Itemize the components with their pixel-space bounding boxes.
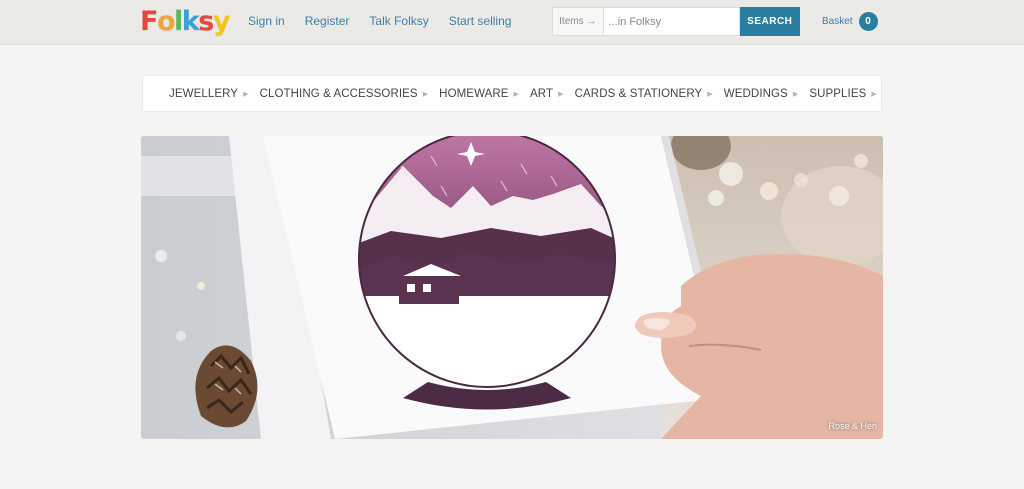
search-form: Items → SEARCH <box>552 7 800 36</box>
logo-letter: l <box>174 6 183 37</box>
search-input[interactable] <box>602 7 740 36</box>
category-label: ART <box>530 87 554 100</box>
category-label: JEWELLERY <box>169 87 239 100</box>
category-label: WEDDINGS <box>723 87 788 100</box>
category-label: SUPPLIES <box>809 87 867 100</box>
category-clothing-accessories[interactable]: CLOTHING & ACCESSORIES ▶ <box>260 88 429 100</box>
start-selling-link[interactable]: Start selling <box>449 14 512 28</box>
register-link[interactable]: Register <box>305 14 350 28</box>
search-button[interactable]: SEARCH <box>739 7 800 36</box>
hero-credit: Rose & Hen <box>828 421 877 431</box>
hero-banner[interactable]: Rose & Hen <box>141 136 883 439</box>
triangle-right-icon: ▶ <box>792 90 799 98</box>
triangle-right-icon: ▶ <box>513 90 520 98</box>
category-label: CARDS & STATIONERY <box>574 87 703 100</box>
category-weddings[interactable]: WEDDINGS ▶ <box>724 88 799 100</box>
category-cards-stationery[interactable]: CARDS & STATIONERY ▶ <box>575 88 713 100</box>
category-nav: JEWELLERY ▶ CLOTHING & ACCESSORIES ▶ HOMEW… <box>142 75 882 112</box>
category-art[interactable]: ART ▶ <box>530 88 564 100</box>
triangle-right-icon: ▶ <box>243 90 249 98</box>
folksy-logo[interactable]: F o l k s y <box>140 3 231 39</box>
logo-letter: o <box>156 6 176 37</box>
logo-letter: F <box>140 6 158 37</box>
basket-label: Basket <box>822 16 853 27</box>
category-homeware[interactable]: HOMEWARE ▶ <box>439 88 519 100</box>
header-nav: Sign in Register Talk Folksy Start selli… <box>248 14 531 28</box>
top-bar: F o l k s y Sign in Register Talk Folksy… <box>0 0 1024 45</box>
triangle-right-icon: ▶ <box>707 90 713 98</box>
basket-count-badge: 0 <box>858 12 878 31</box>
category-label: CLOTHING & ACCESSORIES <box>259 87 418 100</box>
sign-in-link[interactable]: Sign in <box>248 14 285 28</box>
triangle-right-icon: ▶ <box>422 90 429 98</box>
basket-button[interactable]: Basket 0 <box>822 12 878 31</box>
category-supplies[interactable]: SUPPLIES ▶ <box>809 88 877 100</box>
triangle-right-icon: ▶ <box>558 90 564 98</box>
category-label: HOMEWARE <box>439 87 509 100</box>
triangle-right-icon: ▶ <box>871 90 877 98</box>
talk-folksy-link[interactable]: Talk Folksy <box>369 14 428 28</box>
logo-letter: k <box>181 6 200 37</box>
logo-letter: s <box>198 6 214 37</box>
search-scope-select[interactable]: Items → <box>552 7 603 36</box>
logo-letter: y <box>212 6 231 37</box>
hero-image <box>141 136 883 439</box>
category-jewellery[interactable]: JEWELLERY ▶ <box>169 88 249 100</box>
